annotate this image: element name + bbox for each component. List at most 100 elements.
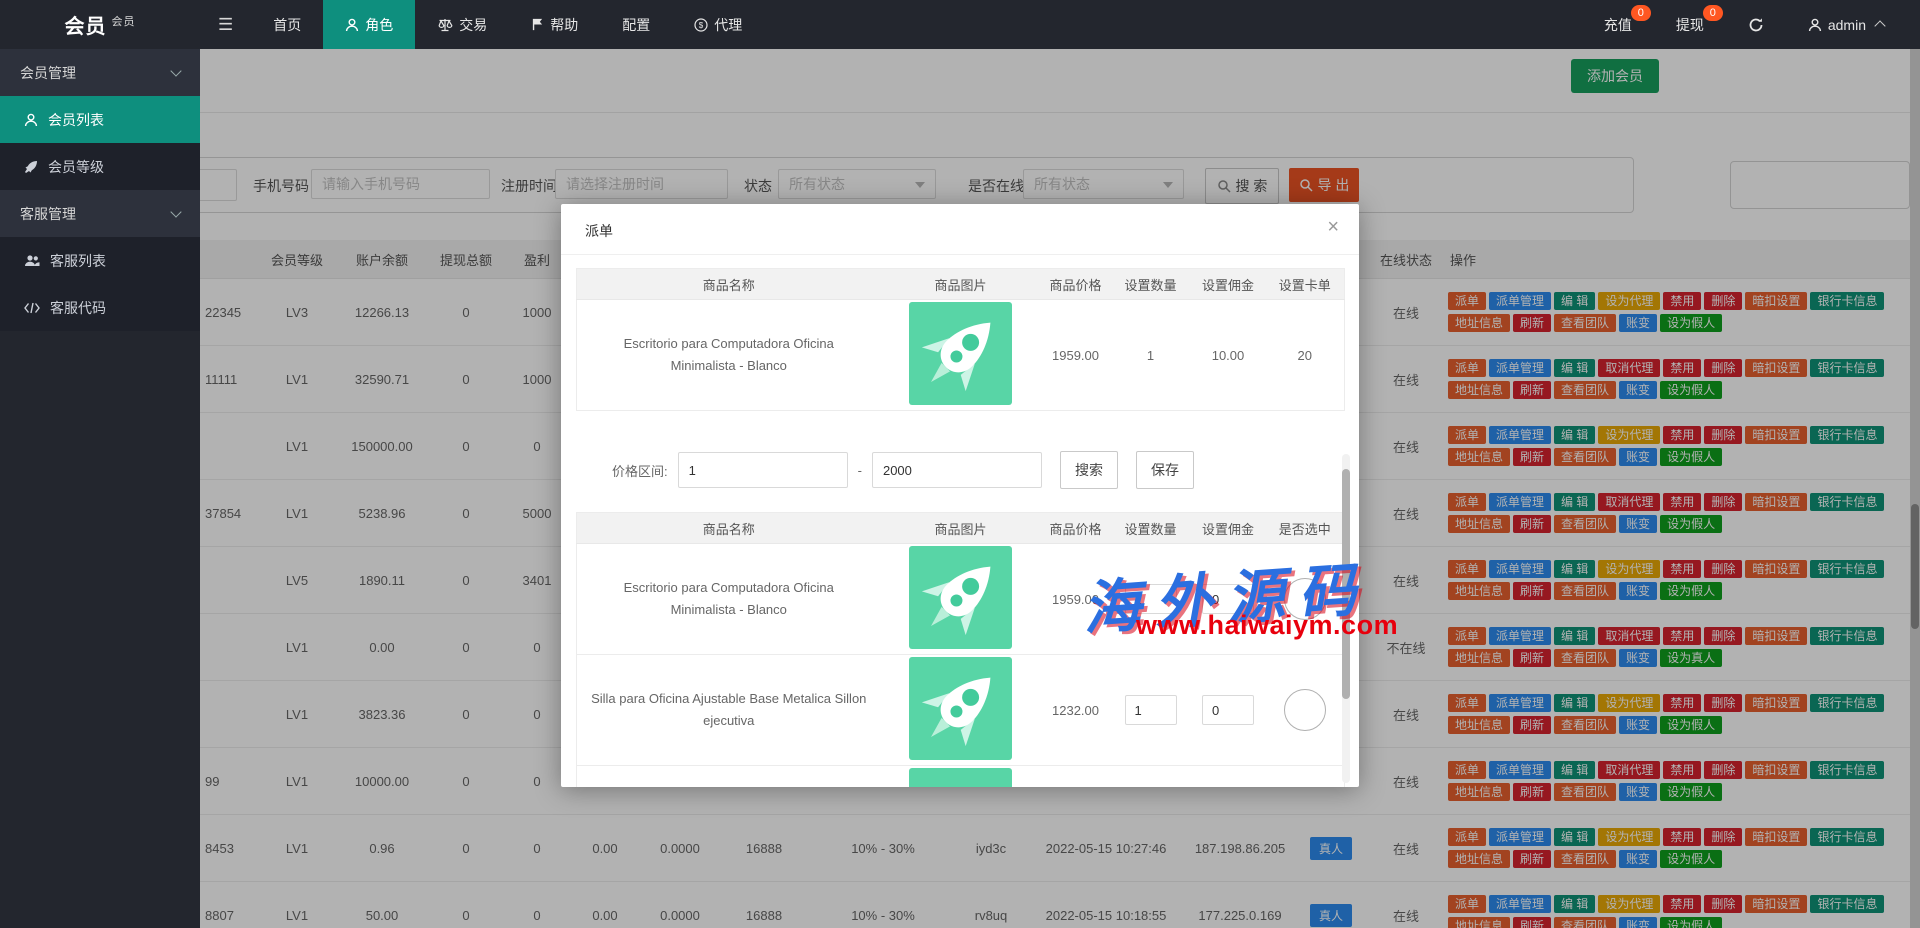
product-qty: 1 (1111, 300, 1191, 411)
price-to-input[interactable] (872, 452, 1042, 488)
modal-search-button[interactable]: 搜索 (1060, 451, 1118, 489)
price-from-input[interactable] (678, 452, 848, 488)
level-icon (24, 160, 38, 174)
nav-item-label: 首页 (273, 15, 301, 35)
column-header: 商品价格 (1041, 269, 1111, 300)
column-header: 是否选中 (1266, 513, 1345, 544)
dispatch-current-table: 商品名称 商品图片 商品价格 设置数量 设置佣金 设置卡单 Escritorio… (576, 268, 1345, 411)
sidebar-group-service-mgmt[interactable]: 客服管理 (0, 190, 200, 237)
column-header: 设置佣金 (1191, 513, 1266, 544)
nav-item-home[interactable]: 首页 (251, 0, 323, 49)
column-header: 设置数量 (1111, 513, 1191, 544)
sidebar-group-label: 客服管理 (20, 204, 76, 224)
app-logo-text: 会员 (65, 16, 107, 38)
sidebar-item-member-level[interactable]: 会员等级 (0, 143, 200, 190)
commission-input[interactable] (1202, 695, 1254, 725)
column-header: 商品名称 (577, 513, 881, 544)
column-header: 商品名称 (577, 269, 881, 300)
nav-item-trade[interactable]: 交易 (415, 0, 509, 49)
price-range-row: 价格区间: - 搜索 保存 (576, 451, 1344, 489)
nav-item-label: 帮助 (550, 15, 578, 35)
menu-collapse-icon[interactable]: ☰ (200, 0, 251, 49)
nav-item-config[interactable]: 配置 (600, 0, 672, 49)
product-name (577, 766, 881, 788)
modal-header: 派单 × (561, 204, 1359, 255)
nav-item-label: 代理 (714, 15, 742, 35)
sidebar-group-label: 会员管理 (20, 63, 76, 83)
nav-item-label: 交易 (459, 15, 487, 35)
column-header: 商品图片 (881, 513, 1041, 544)
navbar-right: 充值0 提现0 admin (1582, 0, 1920, 49)
flag-icon (531, 18, 544, 31)
sidebar-item-label: 会员等级 (48, 157, 104, 177)
column-header: 设置卡单 (1266, 269, 1345, 300)
commission-input[interactable] (1202, 584, 1254, 614)
product-price: 1232.00 (1041, 655, 1111, 766)
person-icon (1808, 18, 1822, 32)
modal-title: 派单 (585, 221, 613, 241)
modal-save-button[interactable]: 保存 (1136, 451, 1194, 489)
withdraw-badge: 0 (1703, 5, 1723, 21)
product-name: Silla para Oficina Ajustable Base Metali… (577, 655, 881, 766)
nav-item-label: 角色 (365, 15, 393, 35)
dollar-circle-icon: $ (694, 18, 708, 32)
nav-item-label: 配置 (622, 15, 650, 35)
product-price: 1959.00 (1041, 544, 1111, 655)
product-name: Escritorio para Computadora Oficina Mini… (577, 300, 881, 411)
username-label: admin (1828, 17, 1866, 33)
sidebar-item-member-list[interactable]: 会员列表 (0, 96, 200, 143)
column-header: 设置数量 (1111, 269, 1191, 300)
sidebar-item-label: 客服列表 (50, 251, 106, 271)
qty-input[interactable] (1125, 695, 1177, 725)
refresh-button[interactable] (1726, 0, 1786, 49)
sidebar-item-service-list[interactable]: 客服列表 (0, 237, 200, 284)
modal-scrollbar-thumb[interactable] (1342, 469, 1350, 699)
chevron-up-icon (1874, 20, 1885, 31)
product-image (909, 393, 1012, 408)
product-price: 1959.00 (1041, 300, 1111, 411)
scales-icon (437, 18, 453, 32)
modal-scrollbar (1342, 454, 1350, 783)
nav-item-help[interactable]: 帮助 (509, 0, 600, 49)
sidebar-item-label: 会员列表 (48, 110, 104, 130)
chevron-down-icon (170, 65, 181, 76)
app-logo-sub: 会员 (112, 16, 136, 28)
recharge-button[interactable]: 充值0 (1582, 0, 1654, 49)
product-commission: 10.00 (1191, 300, 1266, 411)
user-menu[interactable]: admin (1786, 0, 1906, 49)
close-icon[interactable]: × (1327, 217, 1339, 237)
select-radio[interactable] (1284, 578, 1326, 620)
code-icon (24, 302, 40, 314)
table-row (577, 766, 1345, 788)
product-name: Escritorio para Computadora Oficina Mini… (577, 544, 881, 655)
product-card: 20 (1266, 300, 1345, 411)
person-icon (345, 18, 359, 32)
sidebar-item-label: 客服代码 (50, 298, 106, 318)
sidebar: 会员管理 会员列表 会员等级 客服管理 客服列表 客服代码 (0, 49, 200, 928)
top-navbar: 会员会员 ☰ 首页 角色 交易 帮助 配置 $ 代理 充值0 提现0 admin (0, 0, 1920, 49)
app-logo: 会员会员 (0, 10, 200, 39)
withdraw-button[interactable]: 提现0 (1654, 0, 1726, 49)
rocket-product-image (909, 546, 1012, 649)
table-row: Escritorio para Computadora Oficina Mini… (577, 544, 1345, 655)
recharge-badge: 0 (1631, 5, 1651, 21)
users-icon (24, 254, 40, 268)
nav-item-roles[interactable]: 角色 (323, 0, 415, 49)
qty-input[interactable] (1125, 584, 1177, 614)
column-header: 商品图片 (881, 269, 1041, 300)
table-header-row: 商品名称 商品图片 商品价格 设置数量 设置佣金 是否选中 (577, 513, 1345, 544)
dispatch-modal: 派单 × 商品名称 商品图片 商品价格 设置数量 设置佣金 设置卡单 Escri… (561, 204, 1359, 787)
sidebar-group-member-mgmt[interactable]: 会员管理 (0, 49, 200, 96)
user-icon (24, 113, 38, 127)
rocket-product-image (909, 302, 1012, 405)
table-row: Silla para Oficina Ajustable Base Metali… (577, 655, 1345, 766)
rocket-product-image (909, 657, 1012, 760)
svg-text:$: $ (699, 21, 704, 30)
product-price (1041, 766, 1111, 788)
nav-item-agent[interactable]: $ 代理 (672, 0, 764, 49)
column-header: 商品价格 (1041, 513, 1111, 544)
sidebar-item-service-code[interactable]: 客服代码 (0, 284, 200, 331)
select-radio[interactable] (1284, 689, 1326, 731)
refresh-icon (1748, 17, 1764, 33)
withdraw-label: 提现 (1676, 15, 1704, 35)
